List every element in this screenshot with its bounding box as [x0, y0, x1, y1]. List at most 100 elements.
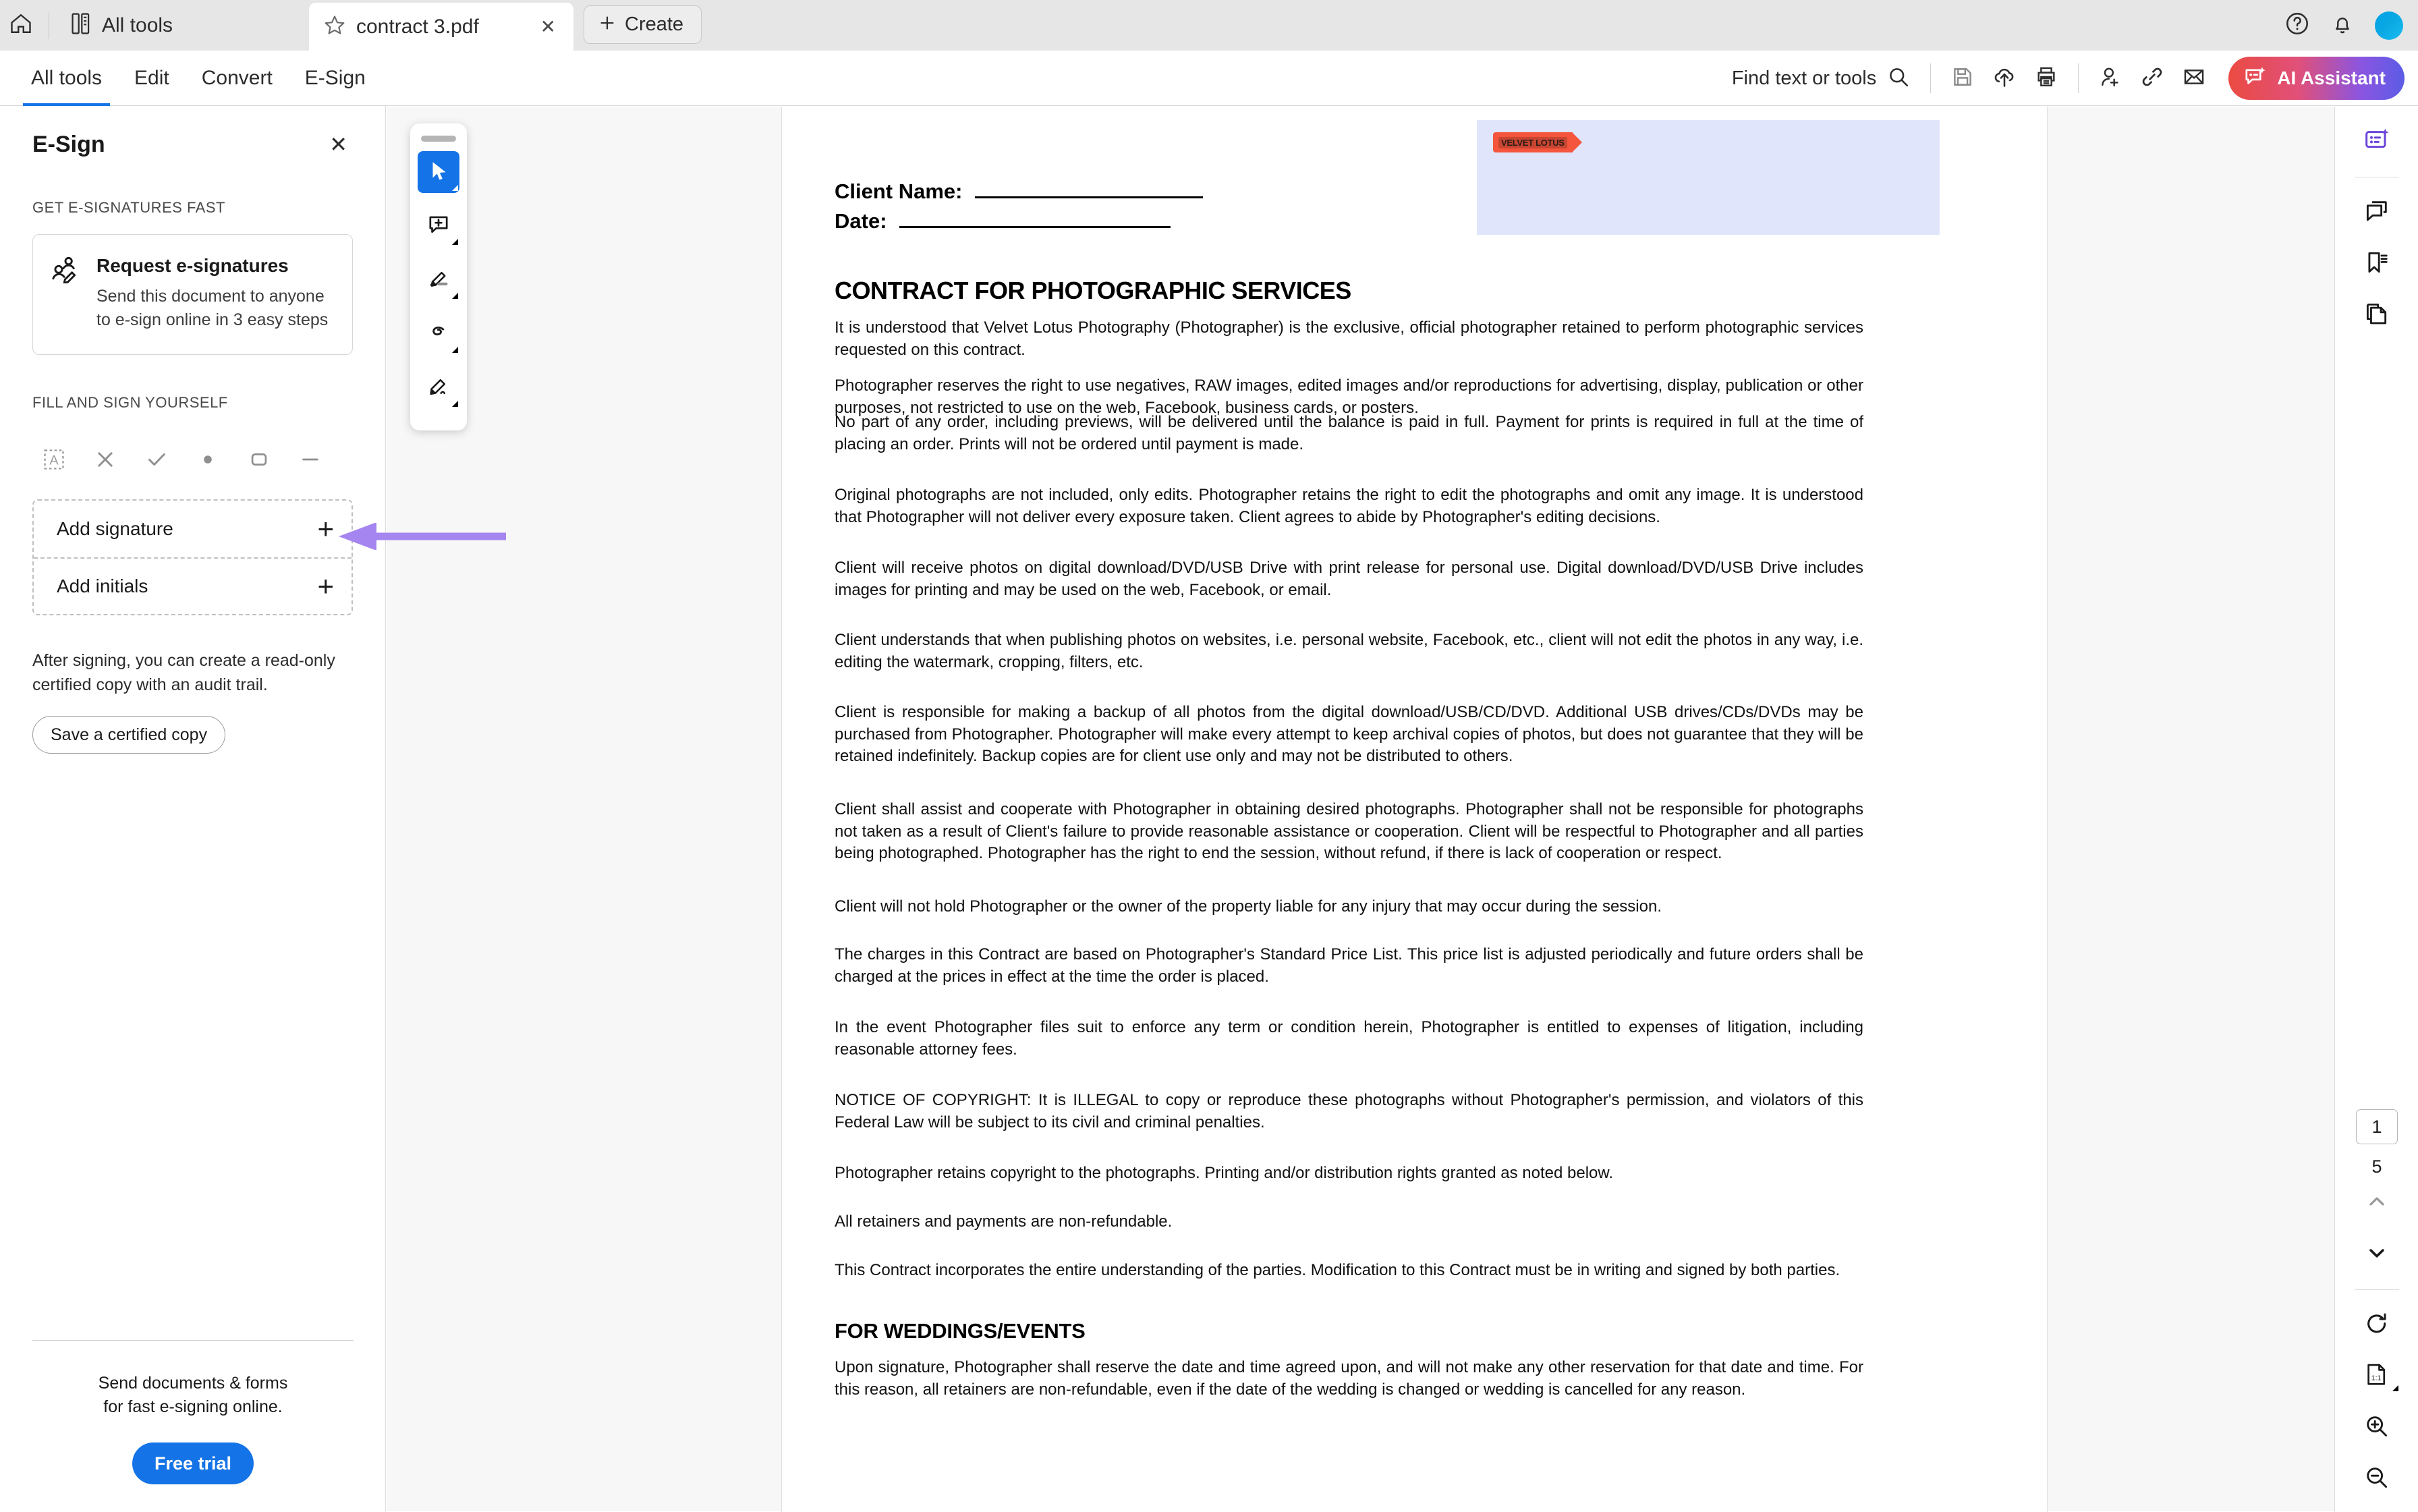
add-text-tool[interactable]: A: [28, 440, 80, 482]
bookmarks-button[interactable]: [2335, 238, 2418, 289]
ai-assistant-rail-button[interactable]: [2335, 116, 2418, 167]
link-icon: [2141, 65, 2164, 92]
copy-link-button[interactable]: [2131, 57, 2173, 99]
signature-field-tag: VELVET LOTUS: [1493, 132, 1582, 152]
tab-convert[interactable]: Convert: [186, 51, 289, 106]
fill-and-sign-tool-row: A: [0, 440, 385, 482]
select-cursor-tool[interactable]: [418, 151, 459, 193]
add-initials-row[interactable]: Add initials +: [34, 557, 352, 614]
palette-drag-handle[interactable]: [421, 136, 456, 142]
request-esignatures-card[interactable]: Request e-signatures Send this document …: [32, 234, 353, 355]
pdf-page-1: Client Name: Date: VELVET LOTUS CONTRACT…: [781, 107, 2048, 1512]
document-subheading: FOR WEDDINGS/EVENTS: [835, 1319, 1086, 1343]
client-name-input[interactable]: [974, 196, 1203, 198]
rotate-icon: [2364, 1311, 2390, 1340]
rotate-button[interactable]: [2335, 1299, 2418, 1351]
home-button[interactable]: [0, 0, 42, 51]
add-comment-caret-icon[interactable]: [452, 239, 458, 245]
tabbar-right-group: [2284, 0, 2403, 51]
print-button[interactable]: [2025, 57, 2067, 99]
toolbar-divider-2: [2078, 63, 2079, 93]
check-mark-tool[interactable]: [131, 440, 182, 482]
tabbar-left-group: All tools: [0, 0, 188, 51]
cross-mark-tool[interactable]: [80, 440, 131, 482]
upload-cloud-button[interactable]: [1984, 57, 2025, 99]
tab-all-tools-label: All tools: [31, 67, 103, 89]
dot-tool[interactable]: [182, 440, 233, 482]
document-paragraph: Client will not hold Photographer or the…: [835, 897, 1662, 916]
select-cursor-icon: [427, 159, 450, 186]
close-tab-icon[interactable]: ✕: [535, 15, 561, 39]
chevron-down-icon: [2365, 1241, 2389, 1268]
esign-panel-header: E-Sign ✕: [0, 106, 385, 160]
star-icon[interactable]: [324, 14, 345, 39]
client-name-field[interactable]: Client Name:: [835, 179, 1203, 204]
print-icon: [2035, 65, 2058, 92]
add-initials-plus-icon[interactable]: +: [317, 572, 334, 600]
current-page-input[interactable]: 1: [2356, 1109, 2398, 1144]
signature-tool[interactable]: [418, 367, 459, 409]
document-heading: CONTRACT FOR PHOTOGRAPHIC SERVICES: [835, 277, 1351, 304]
line-tool[interactable]: [285, 440, 336, 482]
document-tab[interactable]: contract 3.pdf ✕: [309, 3, 573, 51]
close-panel-icon[interactable]: ✕: [324, 129, 353, 160]
draw-lasso-caret-icon[interactable]: [452, 347, 458, 353]
next-page-button[interactable]: [2335, 1229, 2418, 1280]
floating-tool-palette: [410, 123, 467, 430]
esign-panel: E-Sign ✕ GET E-SIGNATURES FAST Request e…: [0, 106, 386, 1511]
toolbar-actions: Find text or tools AI Assistant: [1722, 51, 2405, 106]
add-person-button[interactable]: [2089, 57, 2131, 99]
find-text-or-tools-button[interactable]: Find text or tools: [1722, 58, 1919, 99]
date-input[interactable]: [899, 226, 1171, 228]
document-paragraph: All retainers and payments are non-refun…: [835, 1212, 1173, 1231]
comments-button[interactable]: [2335, 187, 2418, 238]
tab-edit[interactable]: Edit: [118, 51, 186, 106]
comment-icon: [2364, 198, 2390, 227]
help-icon[interactable]: [2284, 11, 2310, 40]
document-viewer: Client Name: Date: VELVET LOTUS CONTRACT…: [387, 107, 2334, 1512]
ai-assistant-button[interactable]: AI Assistant: [2228, 57, 2405, 100]
fit-actual-size-button[interactable]: 1:1: [2335, 1351, 2418, 1402]
document-paragraph: Client shall assist and cooperate with P…: [835, 800, 1863, 863]
email-button[interactable]: [2173, 57, 2215, 99]
notifications-bell-icon[interactable]: [2330, 11, 2355, 39]
add-comment-tool[interactable]: [418, 205, 459, 247]
add-signature-row[interactable]: Add signature +: [34, 501, 352, 557]
highlight-tool[interactable]: [418, 259, 459, 301]
toolbar-menu-tabs: All tools Edit Convert E-Sign: [15, 51, 382, 106]
add-signature-plus-icon[interactable]: +: [317, 515, 334, 543]
add-text-icon: A: [43, 448, 65, 474]
page-thumbnails-button[interactable]: [2335, 289, 2418, 341]
date-field[interactable]: Date:: [835, 209, 1171, 233]
bookmark-icon: [2364, 250, 2390, 279]
zoom-in-button[interactable]: [2335, 1402, 2418, 1453]
zoom-out-button[interactable]: [2335, 1453, 2418, 1505]
tab-esign[interactable]: E-Sign: [289, 51, 382, 106]
ai-sparkle-icon: [2243, 65, 2268, 92]
ai-assistant-icon: [2363, 127, 2390, 157]
free-trial-button[interactable]: Free trial: [132, 1443, 254, 1484]
highlight-caret-icon[interactable]: [452, 293, 458, 299]
signature-caret-icon[interactable]: [452, 401, 458, 407]
select-cursor-caret-icon[interactable]: [452, 185, 458, 191]
document-paragraph: Upon signature, Photographer shall reser…: [835, 1358, 1863, 1399]
save-button[interactable]: [1942, 57, 1984, 99]
home-icon: [9, 11, 33, 39]
plus-icon: [598, 13, 617, 36]
document-paragraph: This Contract incorporates the entire un…: [835, 1261, 1840, 1279]
check-mark-icon: [145, 448, 168, 474]
cross-mark-icon: [94, 448, 117, 474]
all-tools-button[interactable]: All tools: [56, 0, 188, 51]
toolbar-divider-1: [1930, 63, 1932, 93]
avatar[interactable]: [2375, 11, 2403, 40]
create-button[interactable]: Create: [584, 5, 702, 44]
tab-all-tools[interactable]: All tools: [15, 51, 118, 106]
previous-page-button[interactable]: [2335, 1177, 2418, 1229]
draw-lasso-tool[interactable]: [418, 313, 459, 355]
esign-panel-footer: Send documents & forms for fast e-signin…: [0, 1340, 386, 1511]
save-certified-copy-button[interactable]: Save a certified copy: [32, 716, 226, 754]
signature-form-field[interactable]: VELVET LOTUS: [1477, 120, 1940, 235]
rounded-rect-tool[interactable]: [233, 440, 285, 482]
document-paragraph: In the event Photographer files suit to …: [835, 1018, 1863, 1059]
fit-caret-icon[interactable]: [2392, 1385, 2398, 1391]
